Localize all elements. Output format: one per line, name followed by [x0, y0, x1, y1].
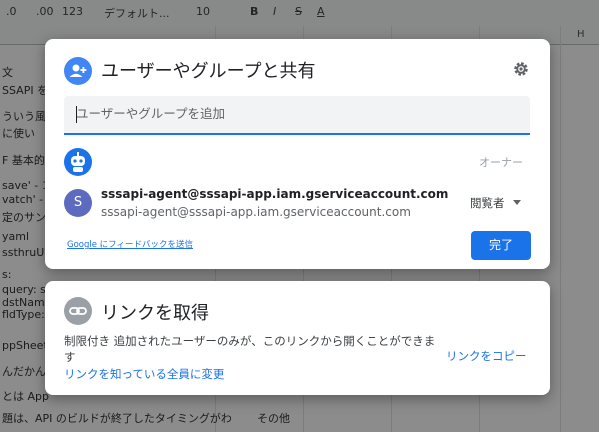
copy-link-button[interactable]: リンクをコピー [446, 348, 527, 364]
user-email-secondary: sssapi-agent@sssapi-app.iam.gserviceacco… [101, 205, 411, 219]
done-button[interactable]: 完了 [471, 231, 531, 260]
share-dialog-title: ユーザーやグループと共有 [101, 61, 316, 82]
change-link-access-link[interactable]: リンクを知っている全員に変更 [64, 366, 224, 382]
get-link-dialog: リンクを取得 制限付き 追加されたユーザーのみが、このリンクから開くことができま… [45, 281, 550, 395]
link-access-description: 制限付き 追加されたユーザーのみが、このリンクから開くことができます [64, 334, 436, 364]
chevron-down-icon[interactable] [513, 200, 521, 205]
feedback-link[interactable]: Google にフィードバックを送信 [67, 238, 193, 250]
person-add-icon [64, 57, 92, 85]
robot-avatar-icon [64, 148, 92, 176]
add-people-input-field[interactable] [64, 96, 530, 135]
owner-label: オーナー [479, 156, 523, 169]
text-cursor [76, 106, 77, 123]
gear-icon[interactable] [511, 59, 531, 79]
role-select[interactable]: 閲覧者 [470, 195, 505, 211]
share-dialog: ユーザーやグループと共有 オーナー S sssapi-agent@sssapi-… [45, 39, 550, 269]
user-email: sssapi-agent@sssapi-app.iam.gserviceacco… [101, 187, 449, 201]
user-avatar: S [64, 189, 92, 217]
add-people-input[interactable] [64, 96, 528, 131]
link-icon [64, 297, 92, 325]
get-link-title: リンクを取得 [101, 303, 209, 324]
